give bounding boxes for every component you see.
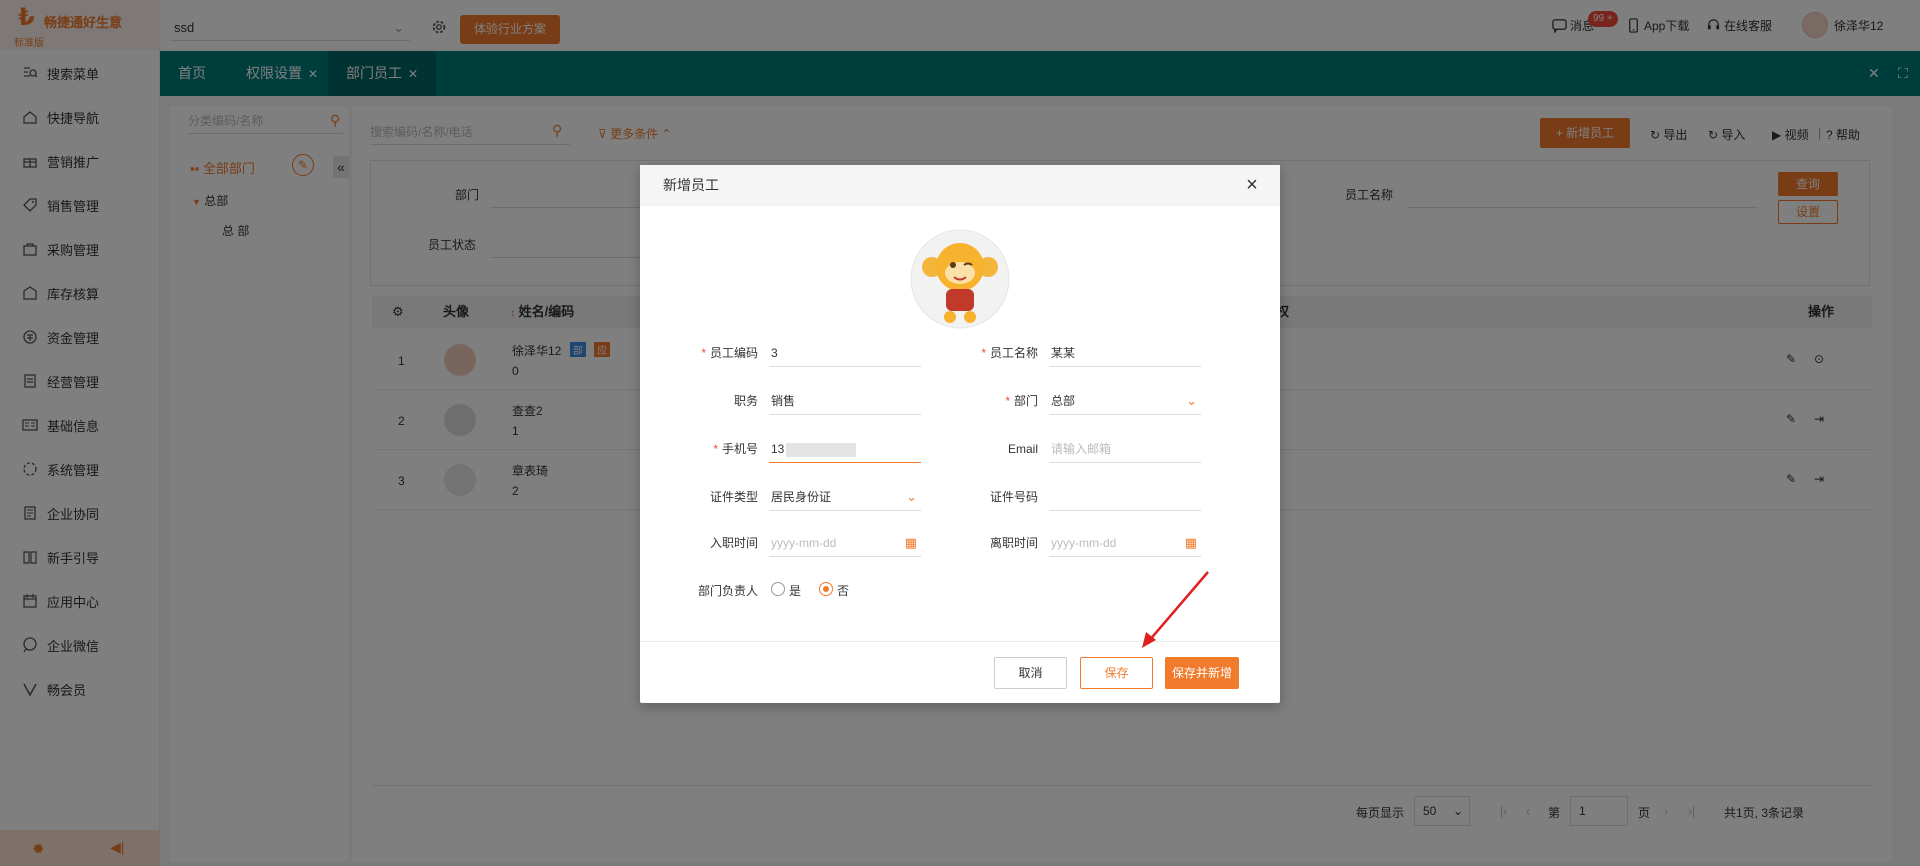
join-date-label: 入职时间 <box>709 536 758 550</box>
dialog-header: 新增员工 × <box>640 165 1280 206</box>
idtype-label: 证件类型 <box>709 490 758 504</box>
cancel-button[interactable]: 取消 <box>994 657 1067 689</box>
close-icon[interactable]: × <box>1242 175 1262 195</box>
dialog-title: 新增员工 <box>663 177 719 193</box>
phone-input-value: 13 <box>771 442 785 456</box>
calendar-icon[interactable]: ▦ <box>1185 529 1197 556</box>
redacted-phone-blur <box>786 442 857 457</box>
dept-label: * 部门 <box>1005 394 1038 408</box>
annotation-arrow <box>1142 571 1209 648</box>
idno-label: 证件号码 <box>989 490 1038 504</box>
phone-label: * 手机号 <box>713 442 758 456</box>
leave-date-input[interactable]: yyyy-mm-dd ▦ <box>1049 529 1201 557</box>
dept-head-yes-label: 是 <box>789 584 802 598</box>
idtype-select-value: 居民身份证 <box>771 490 832 504</box>
employee-code-input[interactable]: 3 <box>769 339 921 367</box>
join-date-input[interactable]: yyyy-mm-dd ▦ <box>769 529 921 557</box>
name-label: * 员工名称 <box>981 346 1038 360</box>
dept-head-no-label: 否 <box>837 584 850 598</box>
position-input[interactable]: 销售 <box>769 387 921 415</box>
phone-label-text: 手机号 <box>721 442 758 456</box>
leave-date-label: 离职时间 <box>989 536 1038 550</box>
idno-input[interactable] <box>1049 483 1201 511</box>
dept-head-yes-radio[interactable] <box>771 582 785 596</box>
join-date-placeholder: yyyy-mm-dd <box>771 536 837 550</box>
dept-select[interactable]: 总部 ⌄ <box>1049 387 1201 415</box>
name-label-text: 员工名称 <box>989 346 1038 360</box>
leave-date-placeholder: yyyy-mm-dd <box>1051 536 1117 550</box>
dept-select-value: 总部 <box>1051 394 1076 408</box>
code-label: * 员工编码 <box>701 346 758 360</box>
dept-label-text: 部门 <box>1013 394 1038 408</box>
email-input[interactable]: 请输入邮箱 <box>1049 435 1201 463</box>
email-label: Email <box>1007 442 1038 456</box>
chevron-down-icon: ⌄ <box>1186 393 1197 408</box>
dept-head-no-radio[interactable] <box>819 582 833 596</box>
idtype-select[interactable]: 居民身份证 ⌄ <box>769 483 921 511</box>
chevron-down-icon: ⌄ <box>906 489 917 504</box>
save-and-new-button[interactable]: 保存并新增 <box>1165 657 1239 689</box>
monkey-avatar[interactable] <box>910 229 1010 329</box>
save-button[interactable]: 保存 <box>1080 657 1153 689</box>
calendar-icon[interactable]: ▦ <box>905 529 917 556</box>
code-label-text: 员工编码 <box>709 346 758 360</box>
employee-name-input[interactable]: 某某 <box>1049 339 1201 367</box>
position-label: 职务 <box>733 394 758 408</box>
dept-head-label: 部门负责人 <box>697 584 758 598</box>
phone-input[interactable]: 13 <box>769 435 921 463</box>
